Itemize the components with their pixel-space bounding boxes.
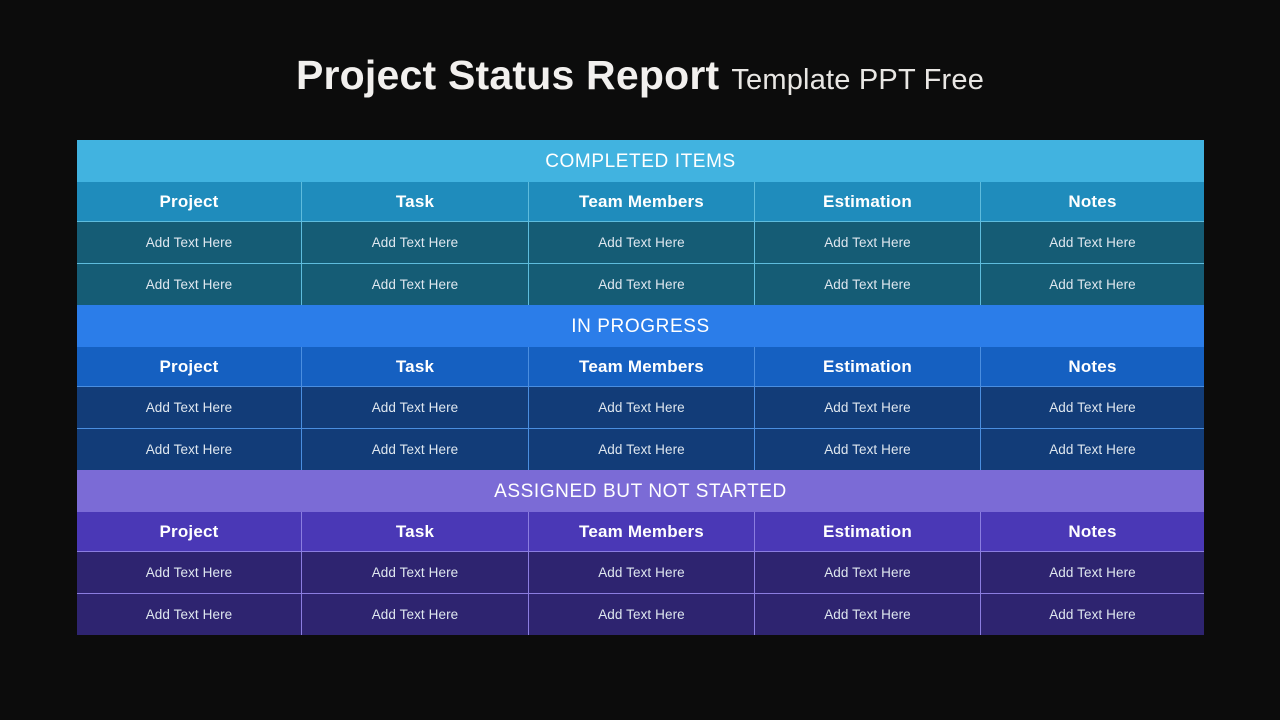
table-cell-task[interactable]: Add Text Here (301, 264, 528, 305)
column-header-task: Task (301, 512, 528, 551)
section-assigned-but-not-started: ASSIGNED BUT NOT STARTED Project Task Te… (77, 470, 1204, 635)
table-row[interactable]: Add Text Here Add Text Here Add Text Her… (77, 593, 1204, 635)
table-cell-notes[interactable]: Add Text Here (980, 429, 1204, 470)
table-cell-task[interactable]: Add Text Here (301, 222, 528, 263)
column-header-project: Project (159, 521, 219, 541)
table-row[interactable]: Add Text Here Add Text Here Add Text Her… (77, 221, 1204, 263)
slide-canvas: Project Status Report Template PPT Free C… (0, 0, 1280, 720)
table-cell-notes[interactable]: Add Text Here (980, 552, 1204, 593)
column-header-project: Project (159, 356, 219, 376)
table-row[interactable]: Add Text Here Add Text Here Add Text Her… (77, 386, 1204, 428)
table-cell-estimation[interactable]: Add Text Here (754, 594, 980, 635)
section-banner-label: IN PROGRESS (571, 315, 710, 337)
table-cell-notes[interactable]: Add Text Here (980, 387, 1204, 428)
section-banner-completed-items: COMPLETED ITEMS (77, 140, 1204, 182)
section-banner-label: COMPLETED ITEMS (545, 150, 736, 172)
column-header-estimation: Estimation (754, 347, 980, 386)
table-cell-estimation[interactable]: Add Text Here (754, 552, 980, 593)
table-row[interactable]: Add Text Here Add Text Here Add Text Her… (77, 428, 1204, 470)
table-cell-project[interactable]: Add Text Here (77, 264, 301, 305)
table-cell-task[interactable]: Add Text Here (301, 594, 528, 635)
table-cell-project[interactable]: Add Text Here (77, 429, 301, 470)
table-cell-project[interactable]: Add Text Here (77, 222, 301, 263)
status-table: COMPLETED ITEMS Project Task Team Member… (77, 140, 1204, 635)
table-cell-project[interactable]: Add Text Here (77, 387, 301, 428)
table-cell-estimation[interactable]: Add Text Here (754, 429, 980, 470)
table-cell-project[interactable]: Add Text Here (77, 552, 301, 593)
table-cell-task[interactable]: Add Text Here (301, 552, 528, 593)
table-cell-team-members[interactable]: Add Text Here (528, 264, 754, 305)
column-header-project: Project (159, 191, 219, 211)
table-cell-project[interactable]: Add Text Here (77, 594, 301, 635)
column-header-notes: Notes (980, 347, 1204, 386)
table-cell-notes[interactable]: Add Text Here (980, 594, 1204, 635)
section-banner-in-progress: IN PROGRESS (77, 305, 1204, 347)
table-row[interactable]: Add Text Here Add Text Here Add Text Her… (77, 263, 1204, 305)
column-header-team-members: Team Members (528, 182, 754, 221)
section-banner-label: ASSIGNED BUT NOT STARTED (494, 480, 787, 502)
table-cell-team-members[interactable]: Add Text Here (528, 387, 754, 428)
column-header-notes: Notes (980, 512, 1204, 551)
column-header-task: Task (301, 182, 528, 221)
table-row[interactable]: Add Text Here Add Text Here Add Text Her… (77, 551, 1204, 593)
table-cell-task[interactable]: Add Text Here (301, 429, 528, 470)
column-header-notes: Notes (980, 182, 1204, 221)
section-completed-items: COMPLETED ITEMS Project Task Team Member… (77, 140, 1204, 305)
table-cell-team-members[interactable]: Add Text Here (528, 552, 754, 593)
column-header-row-in-progress: Project Task Team Members Estimation Not… (77, 347, 1204, 386)
page-title-main: Project Status Report (295, 52, 720, 98)
section-in-progress: IN PROGRESS Project Task Team Members Es… (77, 305, 1204, 470)
table-cell-team-members[interactable]: Add Text Here (528, 222, 754, 263)
table-cell-notes[interactable]: Add Text Here (980, 222, 1204, 263)
table-cell-estimation[interactable]: Add Text Here (754, 387, 980, 428)
column-header-team-members: Team Members (528, 347, 754, 386)
table-cell-task[interactable]: Add Text Here (301, 387, 528, 428)
table-cell-notes[interactable]: Add Text Here (980, 264, 1204, 305)
column-header-team-members: Team Members (528, 512, 754, 551)
page-title-sub: Template PPT Free (731, 64, 985, 96)
table-cell-team-members[interactable]: Add Text Here (528, 429, 754, 470)
column-header-estimation: Estimation (754, 512, 980, 551)
table-cell-team-members[interactable]: Add Text Here (528, 594, 754, 635)
section-banner-assigned-but-not-started: ASSIGNED BUT NOT STARTED (77, 470, 1204, 512)
column-header-row-completed-items: Project Task Team Members Estimation Not… (77, 182, 1204, 221)
column-header-task: Task (301, 347, 528, 386)
table-cell-estimation[interactable]: Add Text Here (754, 222, 980, 263)
column-header-row-assigned-but-not-started: Project Task Team Members Estimation Not… (77, 512, 1204, 551)
page-title: Project Status Report Template PPT Free (0, 52, 1280, 99)
table-cell-estimation[interactable]: Add Text Here (754, 264, 980, 305)
column-header-estimation: Estimation (754, 182, 980, 221)
